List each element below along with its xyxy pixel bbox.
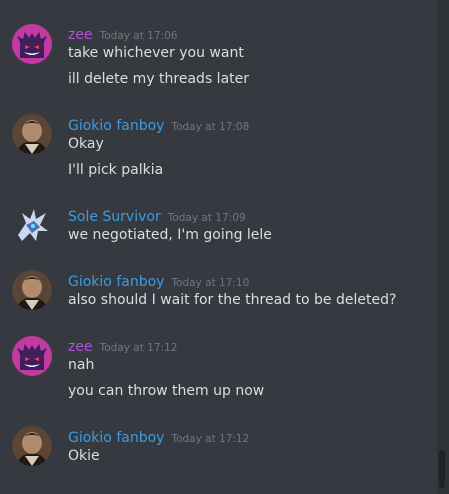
message-list: zee Today at 17:06 take whichever you wan… <box>0 0 437 494</box>
message-header: Giokio fanboy Today at 17:12 <box>68 427 250 446</box>
message-header: Sole Survivor Today at 17:09 <box>68 206 246 225</box>
giokio-avatar-icon[interactable] <box>12 114 52 154</box>
message-text: we negotiated, I'm going lele <box>68 227 272 243</box>
timestamp: Today at 17:10 <box>171 277 250 289</box>
gengar-avatar-icon[interactable] <box>12 24 52 64</box>
message-header: Giokio fanboy Today at 17:08 <box>68 115 250 134</box>
timestamp: Today at 17:08 <box>171 121 250 133</box>
message-text: I'll pick palkia <box>68 162 164 178</box>
message-text: Okie <box>68 448 100 464</box>
giokio-avatar-icon[interactable] <box>12 426 52 466</box>
username[interactable]: zee <box>68 27 93 43</box>
username[interactable]: zee <box>68 339 93 355</box>
message-header: zee Today at 17:12 <box>68 336 178 355</box>
giokio-avatar-icon[interactable] <box>12 270 52 310</box>
message-text: Okay <box>68 136 104 152</box>
username[interactable]: Giokio fanboy <box>68 274 164 290</box>
message-text: ill delete my threads later <box>68 71 250 87</box>
gengar-avatar-icon[interactable] <box>12 336 52 376</box>
timestamp: Today at 17:12 <box>171 433 250 445</box>
username[interactable]: Giokio fanboy <box>68 430 164 446</box>
message-text: also should I wait for the thread to be … <box>68 292 397 308</box>
scrollbar-thumb[interactable] <box>439 450 445 488</box>
dialga-avatar-icon[interactable] <box>12 205 52 245</box>
scrollbar-track[interactable] <box>437 0 449 494</box>
timestamp: Today at 17:06 <box>99 30 178 42</box>
message-text: take whichever you want <box>68 45 244 61</box>
message-text: nah <box>68 357 95 373</box>
timestamp: Today at 17:12 <box>99 342 178 354</box>
username[interactable]: Sole Survivor <box>68 209 161 225</box>
message-header: Giokio fanboy Today at 17:10 <box>68 271 250 290</box>
timestamp: Today at 17:09 <box>167 212 246 224</box>
message-header: zee Today at 17:06 <box>68 24 178 43</box>
message-text: you can throw them up now <box>68 383 265 399</box>
username[interactable]: Giokio fanboy <box>68 118 164 134</box>
